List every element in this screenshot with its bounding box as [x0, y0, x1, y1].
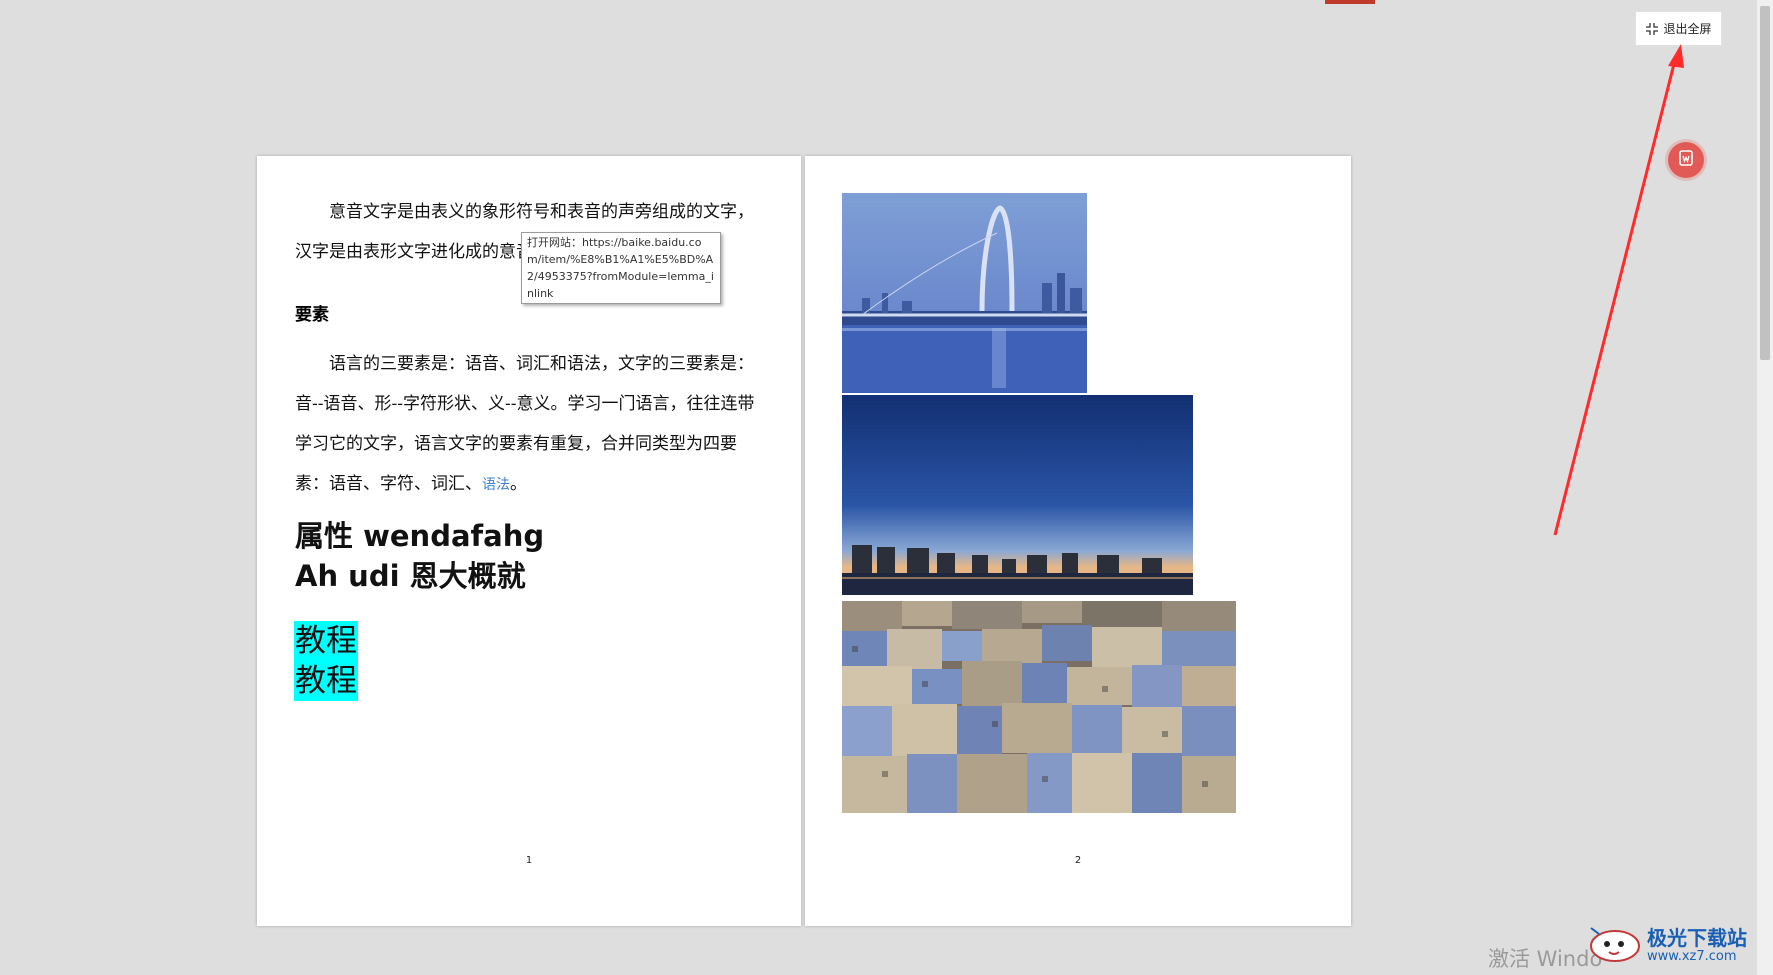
exit-fullscreen-button[interactable]: 退出全屏 — [1635, 11, 1722, 46]
highlighted-line-2: 教程 — [294, 661, 358, 701]
exit-fullscreen-icon — [1645, 22, 1659, 36]
large-heading-line-1: 属性 wendafahg — [295, 519, 545, 553]
elements-paragraph-end: 。 — [510, 474, 527, 494]
highlighted-text-block: 教程 教程 — [294, 621, 358, 701]
document-page-2: 2 — [805, 156, 1351, 926]
grammar-link[interactable]: 语法 — [482, 477, 510, 493]
document-page-1: 意音文字是由表义的象形符号和表音的声旁组成的文字，汉字是由表形文字进化成的意音文… — [257, 156, 801, 926]
large-heading-line-2: Ah udi 恩大概就 — [295, 559, 526, 593]
site-name: 极光下载站 — [1647, 926, 1747, 950]
elements-paragraph-text: 语言的三要素是：语音、词汇和语法，文字的三要素是：音--语音、形--字符形状、义… — [295, 354, 755, 494]
page-number: 1 — [525, 855, 533, 866]
top-red-marker — [1325, 0, 1375, 4]
vertical-scrollbar[interactable] — [1757, 0, 1773, 975]
section-heading: 要素 — [295, 305, 329, 325]
large-heading: 属性 wendafahg Ah udi 恩大概就 — [295, 516, 544, 596]
doc-convert-float-button[interactable] — [1668, 142, 1704, 178]
city-skyline-dusk-photo[interactable] — [842, 395, 1193, 595]
highlighted-line-1: 教程 — [294, 621, 358, 661]
page-number: 2 — [1074, 855, 1082, 866]
site-url: www.xz7.com — [1647, 949, 1737, 964]
dense-old-town-photo[interactable] — [842, 601, 1236, 813]
doc-convert-icon — [1677, 149, 1695, 171]
site-mascot-icon — [1585, 918, 1643, 968]
site-logo: 极光下载站 www.xz7.com — [1585, 918, 1747, 968]
scrollbar-thumb[interactable] — [1760, 6, 1770, 360]
elements-paragraph: 语言的三要素是：语音、词汇和语法，文字的三要素是：音--语音、形--字符形状、义… — [295, 344, 765, 505]
bridge-night-photo[interactable] — [842, 193, 1087, 393]
hyperlink-tooltip: 打开网站：https://baike.baidu.com/item/%E8%B1… — [521, 232, 721, 304]
exit-fullscreen-label: 退出全屏 — [1663, 22, 1712, 36]
